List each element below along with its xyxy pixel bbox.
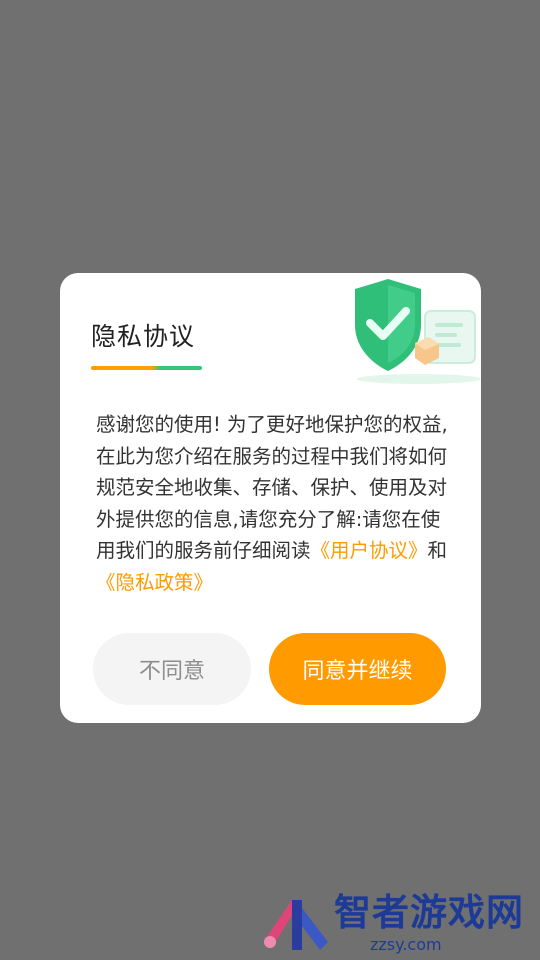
watermark-logo-icon bbox=[264, 900, 328, 950]
site-watermark: 智者游戏网 zzsy.com bbox=[258, 890, 540, 960]
privacy-dialog: 隐私协议 感谢您的使用! 为了更好地保护您的权益,在此为您介绍在服务的过程中我们… bbox=[60, 273, 481, 723]
title-underline bbox=[91, 366, 202, 370]
dialog-title: 隐私协议 bbox=[91, 322, 196, 351]
watermark-site-name: 智者游戏网 bbox=[334, 891, 524, 934]
shield-check-icon bbox=[355, 279, 481, 384]
privacy-policy-link[interactable]: 《隐私政策》 bbox=[96, 571, 213, 594]
agree-continue-button[interactable]: 同意并继续 bbox=[269, 633, 446, 705]
conjunction-text: 和 bbox=[427, 539, 448, 562]
disagree-button[interactable]: 不同意 bbox=[93, 633, 251, 705]
watermark-url: zzsy.com bbox=[370, 935, 442, 954]
user-agreement-link[interactable]: 《用户协议》 bbox=[311, 539, 428, 562]
privacy-body-text: 感谢您的使用! 为了更好地保护您的权益,在此为您介绍在服务的过程中我们将如何规范… bbox=[96, 409, 448, 598]
